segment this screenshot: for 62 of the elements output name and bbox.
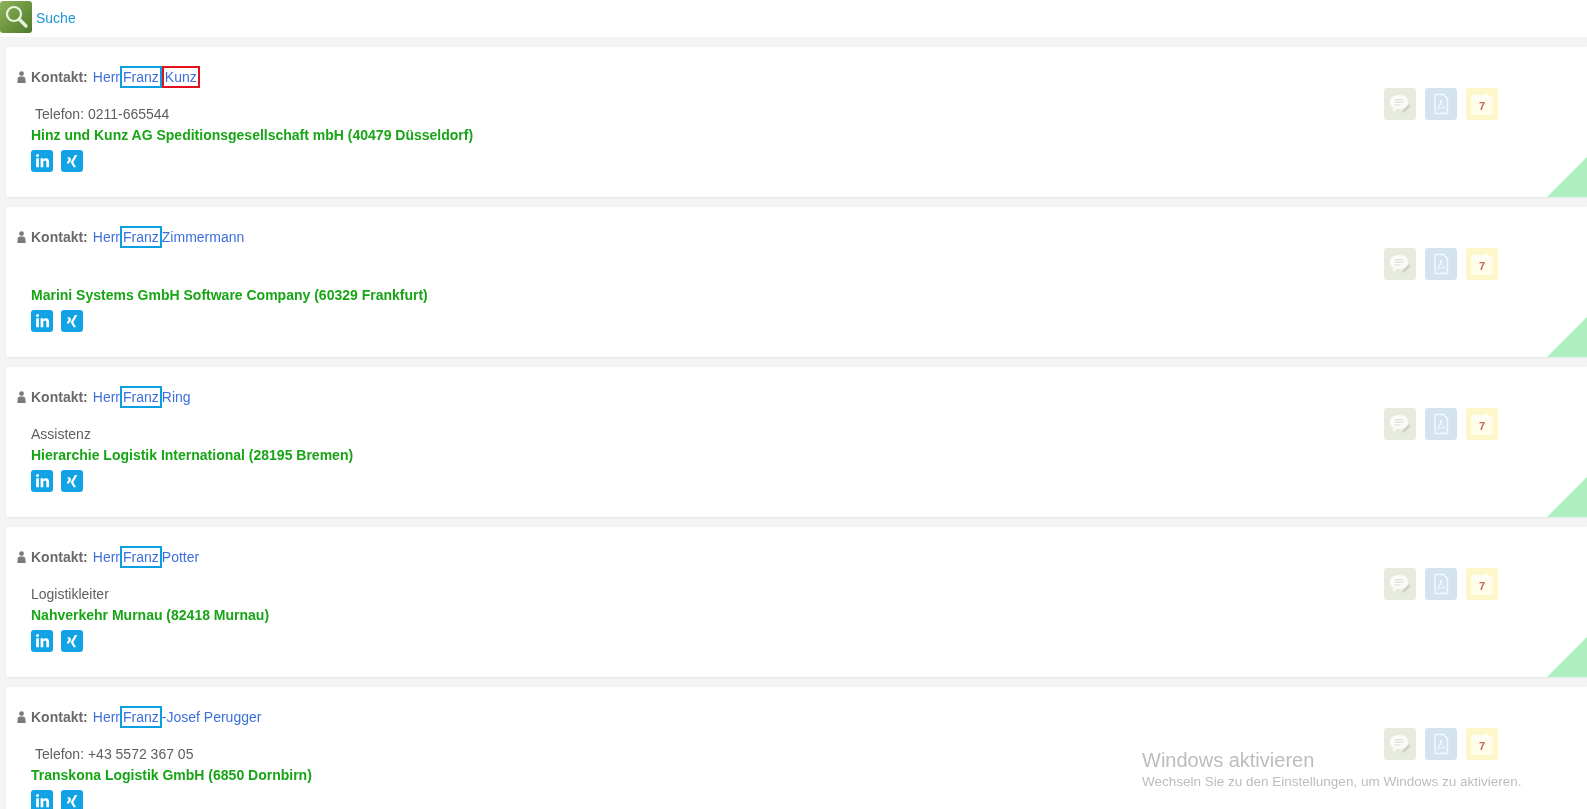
job-title: Assistenz (31, 424, 91, 444)
company-link[interactable]: Hinz und Kunz AG Speditionsgesellschaft mbH (40479 Düsseldorf) (31, 124, 474, 146)
activation-message: Wechseln Sie zu den Einstellungen, um Windows zu aktivieren. (1142, 773, 1522, 791)
phone-number: Telefon: 0211-665544 (35, 104, 170, 124)
calendar-icon (1469, 571, 1495, 597)
contact-label: Kontakt: (31, 67, 88, 87)
contact-name[interactable]: -Josef Perugger (161, 708, 262, 726)
contact-name[interactable]: Herr (92, 548, 120, 566)
contact-name[interactable]: Ring (161, 388, 191, 406)
contact-label: Kontakt: (31, 707, 88, 727)
calendar-button[interactable]: 7 (1466, 88, 1498, 120)
calendar-button[interactable]: 7 (1466, 408, 1498, 440)
contact-name[interactable]: Herr (92, 228, 120, 246)
linkedin-icon[interactable] (31, 470, 53, 492)
triangle-icon (1547, 477, 1587, 517)
calendar-icon (1469, 731, 1495, 757)
linkedin-icon[interactable] (31, 790, 53, 809)
linkedin-icon[interactable] (31, 150, 53, 172)
calendar-button[interactable]: 7 (1466, 248, 1498, 280)
person-icon (17, 551, 26, 563)
highlighted-name[interactable]: Franz (120, 546, 162, 568)
contact-label: Kontakt: (31, 227, 88, 247)
contact-name[interactable]: Potter (161, 548, 200, 566)
calendar-icon (1469, 91, 1495, 117)
linkedin-icon[interactable] (31, 310, 53, 332)
phone-number: Telefon: +43 5572 367 05 (35, 744, 194, 764)
highlighted-name[interactable]: Franz (120, 66, 162, 88)
contact-label: Kontakt: (31, 547, 88, 567)
search-icon[interactable] (0, 1, 32, 33)
triangle-icon (1547, 317, 1587, 357)
xing-icon[interactable] (61, 470, 83, 492)
highlighted-name[interactable]: Franz (120, 226, 162, 248)
search-link[interactable]: Suche (36, 8, 76, 29)
xing-icon[interactable] (61, 630, 83, 652)
xing-icon[interactable] (61, 790, 83, 809)
company-link[interactable]: Transkona Logistik GmbH (6850 Dornbirn) (31, 764, 312, 786)
xing-icon[interactable] (61, 310, 83, 332)
company-link[interactable]: Nahverkehr Murnau (82418 Murnau) (31, 604, 270, 626)
company-link[interactable]: Hierarchie Logistik International (28195 Bremen) (31, 444, 354, 466)
xing-icon[interactable] (61, 150, 83, 172)
company-link[interactable]: Marini Systems GmbH Software Company (60329 Frankfurt) (31, 284, 428, 306)
highlighted-name[interactable]: Kunz (161, 66, 200, 88)
calendar-icon (1469, 251, 1495, 277)
contact-name[interactable]: Herr (92, 68, 120, 86)
contact-name[interactable]: Herr (92, 708, 120, 726)
triangle-icon (1547, 637, 1587, 677)
triangle-icon (1547, 157, 1587, 197)
highlighted-name[interactable]: Franz (120, 386, 162, 408)
calendar-button[interactable]: 7 (1466, 728, 1498, 760)
person-icon (17, 711, 26, 723)
highlighted-name[interactable]: Franz (120, 706, 162, 728)
contact-name[interactable]: Herr (92, 388, 120, 406)
person-icon (17, 231, 26, 243)
calendar-icon (1469, 411, 1495, 437)
person-icon (17, 71, 26, 83)
contact-label: Kontakt: (31, 387, 88, 407)
activation-title: Windows aktivieren (1142, 748, 1316, 773)
person-icon (17, 391, 26, 403)
contact-name[interactable]: Zimmermann (161, 228, 245, 246)
linkedin-icon[interactable] (31, 630, 53, 652)
job-title: Logistikleiter (31, 584, 109, 604)
calendar-button[interactable]: 7 (1466, 568, 1498, 600)
